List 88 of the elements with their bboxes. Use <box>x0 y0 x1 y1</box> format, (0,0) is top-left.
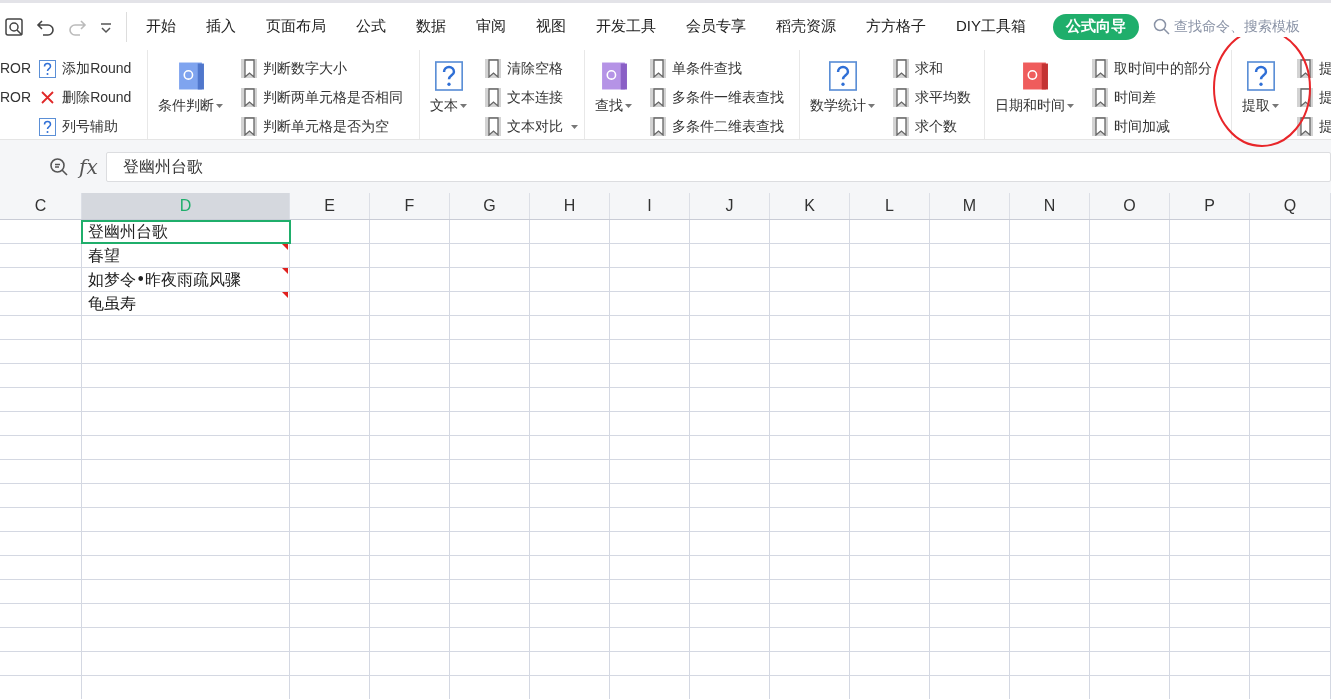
column-header[interactable]: H <box>530 193 610 219</box>
ribbon-item[interactable]: 时间差 <box>1092 83 1212 112</box>
bookmark-icon <box>1092 59 1108 78</box>
search-icon <box>1153 18 1170 35</box>
bookmark-icon <box>650 59 666 78</box>
ribbon-tab[interactable]: 页面布局 <box>251 15 341 38</box>
column-header[interactable]: J <box>690 193 770 219</box>
zoom-icon[interactable] <box>49 156 69 177</box>
ribbon-tab[interactable]: 插入 <box>191 15 251 38</box>
dropdown-caret-icon <box>1067 103 1074 108</box>
ribbon-item[interactable]: 求和 <box>893 54 971 83</box>
ribbon-item[interactable]: 删除Round <box>39 83 132 112</box>
ribbon-item[interactable]: 文本连接 <box>485 83 578 112</box>
bookmark-icon <box>1297 117 1313 136</box>
ribbon-item[interactable]: 多条件一维表查找 <box>650 83 784 112</box>
ribbon-item[interactable]: 清除空格 <box>485 54 578 83</box>
book-icon <box>599 61 628 91</box>
bookmark-icon <box>893 117 909 136</box>
ribbon-tab[interactable]: 视图 <box>521 15 581 38</box>
insert-function-button[interactable]: fx <box>79 151 98 182</box>
book-icon <box>1020 61 1049 91</box>
table-cell[interactable]: 龟虽寿 <box>81 292 291 316</box>
bookmark-icon <box>241 59 257 78</box>
table-cell[interactable]: 如梦令•昨夜雨疏风骤 <box>81 268 291 292</box>
help-icon <box>434 61 463 91</box>
ribbon-big-button[interactable]: 日期和时间 <box>985 54 1084 116</box>
ribbon-big-button[interactable]: 文本 <box>420 54 477 116</box>
ribbon-big-button[interactable]: 提取 <box>1232 54 1289 116</box>
ribbon-tab[interactable]: 公式 <box>341 15 401 38</box>
print-preview-icon[interactable] <box>4 16 24 37</box>
table-cell[interactable]: 登幽州台歌 <box>81 220 291 244</box>
bookmark-icon <box>650 117 666 136</box>
help-icon <box>1246 61 1275 91</box>
bookmark-icon <box>650 88 666 107</box>
ribbon-tab[interactable]: 审阅 <box>461 15 521 38</box>
column-header[interactable]: N <box>1010 193 1090 219</box>
comment-marker-icon <box>282 292 288 298</box>
bookmark-icon <box>893 88 909 107</box>
ribbon-item[interactable]: 取时间中的部分 <box>1092 54 1212 83</box>
column-header[interactable]: L <box>850 193 930 219</box>
column-header[interactable]: I <box>610 193 690 219</box>
ribbon-tab[interactable]: 开发工具 <box>581 15 671 38</box>
ribbon-tab[interactable]: DIY工具箱 <box>941 15 1041 38</box>
formula-input[interactable]: 登幽州台歌 <box>105 151 1331 182</box>
column-header[interactable]: M <box>930 193 1010 219</box>
dropdown-caret-icon <box>1272 103 1279 108</box>
column-header[interactable]: O <box>1090 193 1170 219</box>
dropdown-caret-icon <box>571 124 578 129</box>
bookmark-icon <box>893 59 909 78</box>
bookmark-icon <box>485 59 501 78</box>
ribbon-big-button[interactable]: 条件判断 <box>148 54 233 116</box>
ribbon-item[interactable]: 判断两单元格是否相同 <box>241 83 403 112</box>
ribbon-tab[interactable]: 开始 <box>131 15 191 38</box>
help-icon <box>39 117 57 136</box>
column-header[interactable]: K <box>770 193 850 219</box>
dropdown-caret-icon <box>216 103 223 108</box>
ribbon-item[interactable]: 判断数字大小 <box>241 54 403 83</box>
ribbon-item[interactable]: 列号辅助 <box>39 112 132 139</box>
table-cell[interactable]: 春望 <box>81 244 291 268</box>
comment-marker-icon <box>282 268 288 274</box>
help-icon <box>39 59 57 78</box>
ribbon-tab[interactable]: 数据 <box>401 15 461 38</box>
ribbon-label: ROR <box>0 59 32 78</box>
bookmark-icon <box>1092 88 1108 107</box>
column-header[interactable]: Q <box>1250 193 1331 219</box>
bookmark-icon <box>485 88 501 107</box>
ribbon-big-button[interactable]: 查找 <box>585 54 642 116</box>
ribbon-big-button[interactable]: 数学统计 <box>800 54 885 116</box>
column-header[interactable]: G <box>450 193 530 219</box>
book-icon <box>176 61 205 91</box>
column-header[interactable]: E <box>290 193 370 219</box>
dropdown-caret-icon <box>625 103 632 108</box>
ribbon-tab[interactable]: 方方格子 <box>851 15 941 38</box>
bookmark-icon <box>1092 117 1108 136</box>
ribbon-item[interactable]: 单条件查找 <box>650 54 784 83</box>
bookmark-icon <box>241 117 257 136</box>
ribbon-label: ROR <box>0 88 32 107</box>
bookmark-icon <box>485 117 501 136</box>
ribbon-item[interactable]: 添加Round <box>39 54 132 83</box>
ribbon-item[interactable]: 求平均数 <box>893 83 971 112</box>
bookmark-icon <box>241 88 257 107</box>
ribbon-tab[interactable]: 稻壳资源 <box>761 15 851 38</box>
dropdown-caret-icon <box>868 103 875 108</box>
help-icon <box>828 61 857 91</box>
column-header[interactable]: P <box>1170 193 1250 219</box>
dropdown-caret-icon <box>460 103 467 108</box>
ribbon-tab[interactable]: 会员专享 <box>671 15 761 38</box>
column-header[interactable]: F <box>370 193 450 219</box>
